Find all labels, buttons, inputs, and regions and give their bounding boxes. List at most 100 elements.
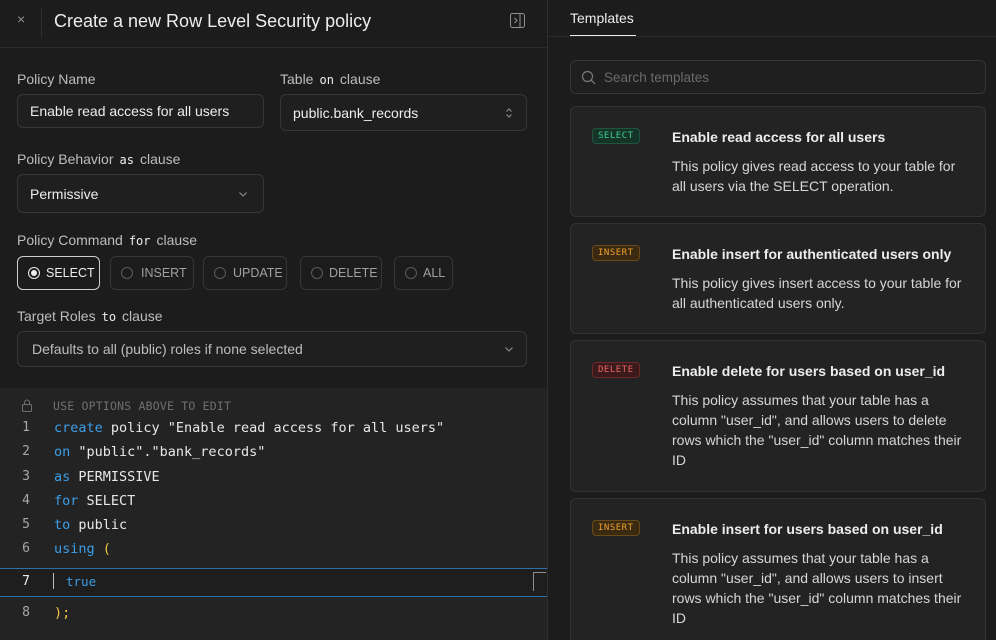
table-value: public.bank_records — [293, 105, 419, 121]
line-number: 4 — [22, 493, 30, 508]
status-badge: DELETE — [592, 362, 640, 378]
table-label: Table on clause — [280, 71, 380, 88]
command-option-label: SELECT — [46, 266, 95, 280]
policy-name-label: Policy Name — [17, 71, 96, 87]
template-card[interactable]: INSERT Enable insert for authenticated u… — [570, 223, 986, 334]
tab-templates[interactable]: Templates — [570, 10, 634, 26]
roles-label: Target Roles to clause — [17, 308, 163, 325]
collapse-panel-icon[interactable] — [510, 13, 525, 28]
code-paren: ( — [94, 541, 111, 557]
table-label-text: Table — [280, 71, 314, 87]
code-text: to public — [54, 517, 127, 533]
command-option-insert[interactable]: INSERT — [110, 256, 194, 290]
code-rest: PERMISSIVE — [70, 469, 160, 485]
behavior-label: Policy Behavior as clause — [17, 151, 180, 168]
template-card[interactable]: INSERT Enable insert for users based on … — [570, 498, 986, 640]
text-caret — [53, 573, 54, 589]
sql-editor[interactable]: USE OPTIONS ABOVE TO EDIT 1 create polic… — [0, 388, 547, 640]
template-description: This policy assumes that your table has … — [672, 550, 962, 626]
code-text: on "public"."bank_records" — [54, 444, 265, 460]
radio-icon — [121, 267, 133, 279]
sql-keyword: using — [54, 541, 95, 557]
policy-name-input[interactable]: Enable read access for all users — [17, 94, 264, 128]
policy-name-label-text: Policy Name — [17, 71, 96, 87]
line-number: 6 — [22, 541, 30, 556]
policy-name-value: Enable read access for all users — [30, 103, 230, 119]
page-title: Create a new Row Level Security policy — [54, 11, 372, 31]
lock-icon — [22, 399, 32, 412]
code-line: 1 create policy "Enable read access for … — [0, 417, 547, 441]
line-number: 5 — [22, 517, 30, 532]
code-line: 8 ); — [0, 602, 547, 626]
code-rest: policy "Enable read access for all users… — [102, 420, 445, 436]
chevron-up-down-icon — [506, 108, 512, 118]
sql-keyword: to — [54, 517, 71, 533]
editor-minimap-marker — [533, 572, 546, 591]
table-select[interactable]: public.bank_records — [280, 94, 527, 131]
code-paren: ); — [54, 605, 71, 621]
header-divider — [41, 8, 42, 38]
command-option-label: ALL — [423, 266, 446, 280]
code-line: 4 for SELECT — [0, 490, 547, 514]
code-rest: public — [70, 517, 128, 533]
command-option-label: DELETE — [329, 266, 378, 280]
line-number: 8 — [22, 605, 30, 620]
roles-clause-text: clause — [122, 308, 163, 324]
sql-keyword: for — [54, 493, 79, 509]
tab-bar-divider — [548, 36, 996, 37]
templates-panel: Templates SELECT Enable read access for … — [547, 0, 996, 640]
code-line: 6 using ( — [0, 538, 547, 562]
code-text: true — [66, 574, 96, 589]
command-clause-text: clause — [156, 232, 197, 248]
code-text: create policy "Enable read access for al… — [54, 420, 444, 436]
template-card[interactable]: DELETE Enable delete for users based on … — [570, 340, 986, 492]
command-option-label: INSERT — [141, 266, 187, 280]
template-search[interactable] — [570, 60, 986, 94]
radio-icon — [311, 267, 323, 279]
behavior-clause-text: clause — [139, 151, 181, 167]
sql-keyword: true — [66, 574, 97, 589]
template-title: Enable insert for authenticated users on… — [672, 246, 952, 262]
roles-keyword: to — [101, 310, 117, 324]
roles-placeholder: Defaults to all (public) roles if none s… — [32, 341, 303, 357]
chevron-down-icon — [239, 192, 247, 197]
chevron-down-icon — [505, 347, 513, 352]
command-option-select[interactable]: SELECT — [17, 256, 100, 290]
status-badge: INSERT — [592, 520, 640, 536]
command-label-text: Policy Command — [17, 232, 123, 248]
behavior-keyword: as — [119, 153, 134, 167]
command-option-all[interactable]: ALL — [394, 256, 453, 290]
code-text: for SELECT — [54, 493, 135, 509]
table-clause-text: clause — [339, 71, 381, 87]
code-rest: "public"."bank_records" — [70, 444, 266, 460]
command-option-update[interactable]: UPDATE — [203, 256, 287, 290]
radio-icon — [405, 267, 417, 279]
template-title: Enable delete for users based on user_id — [672, 363, 946, 379]
template-title: Enable insert for users based on user_id — [672, 521, 943, 537]
command-keyword: for — [128, 234, 151, 248]
sql-keyword: on — [54, 444, 71, 460]
code-rest: SELECT — [78, 493, 136, 509]
search-icon — [581, 70, 596, 85]
table-keyword: on — [319, 73, 334, 87]
close-icon[interactable]: × — [17, 11, 31, 27]
code-line: 5 to public — [0, 514, 547, 538]
roles-select[interactable]: Defaults to all (public) roles if none s… — [17, 331, 527, 367]
behavior-select[interactable]: Permissive — [17, 174, 264, 213]
code-line-active[interactable]: 7 true — [0, 568, 547, 597]
search-input[interactable] — [604, 67, 974, 87]
code-text: as PERMISSIVE — [54, 469, 160, 485]
command-option-label: UPDATE — [233, 266, 283, 280]
template-description: This policy gives insert access to your … — [672, 275, 962, 311]
sql-keyword: create — [54, 420, 103, 436]
behavior-label-text: Policy Behavior — [17, 151, 114, 167]
line-number: 3 — [22, 469, 30, 484]
behavior-value: Permissive — [30, 186, 99, 202]
code-line: 3 as PERMISSIVE — [0, 466, 547, 490]
status-badge: INSERT — [592, 245, 640, 261]
command-option-delete[interactable]: DELETE — [300, 256, 382, 290]
radio-selected-icon — [28, 267, 40, 279]
template-card[interactable]: SELECT Enable read access for all users … — [570, 106, 986, 217]
command-label: Policy Command for clause — [17, 232, 197, 249]
status-badge: SELECT — [592, 128, 640, 144]
